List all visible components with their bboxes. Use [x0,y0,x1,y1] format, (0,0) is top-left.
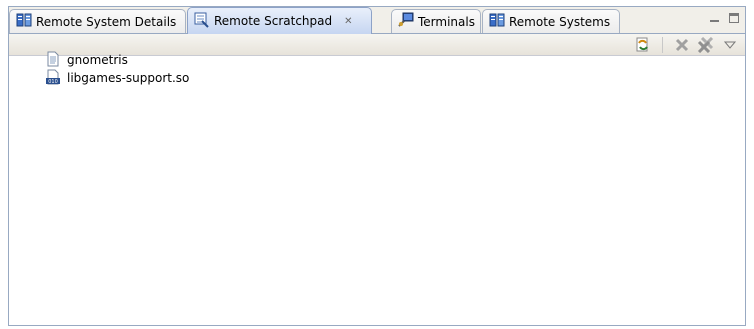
binary-file-icon: 010 [45,69,61,88]
scratchpad-tree: gnometris 010 libgames-support.so [45,51,189,87]
remove-all-icon[interactable] [697,36,715,54]
remove-icon[interactable] [673,36,691,54]
svg-text:010: 010 [48,79,58,85]
remote-systems-icon [489,12,505,31]
refresh-icon[interactable] [634,36,652,54]
tab-remote-systems[interactable]: Remote Systems [482,9,620,33]
remote-systems-icon [16,12,32,31]
scratchpad-icon [194,12,210,31]
window-controls [710,13,739,23]
toolbar-separator [662,37,663,53]
tab-label: Remote System Details [36,14,177,29]
file-label: gnometris [67,53,128,67]
list-item[interactable]: gnometris [45,51,189,69]
list-item[interactable]: 010 libgames-support.so [45,69,189,87]
maximize-icon[interactable] [729,13,739,23]
text-file-icon [45,51,61,70]
tab-terminals[interactable]: Terminals [391,9,481,33]
tab-remote-system-details[interactable]: Remote System Details [9,9,186,33]
tab-label: Remote Systems [509,14,611,29]
minimize-icon[interactable] [710,13,719,22]
view-menu-icon[interactable] [721,36,739,54]
close-icon[interactable]: ✕ [344,16,352,27]
terminal-icon [398,12,414,31]
remote-scratchpad-view: Remote System Details Remote Scratchpad … [8,6,746,326]
tab-bar: Remote System Details Remote Scratchpad … [9,7,745,34]
tab-label: Remote Scratchpad [214,14,333,28]
file-label: libgames-support.so [67,71,190,85]
tab-label: Terminals [418,14,475,29]
tab-remote-scratchpad[interactable]: Remote Scratchpad ✕ [187,7,372,34]
